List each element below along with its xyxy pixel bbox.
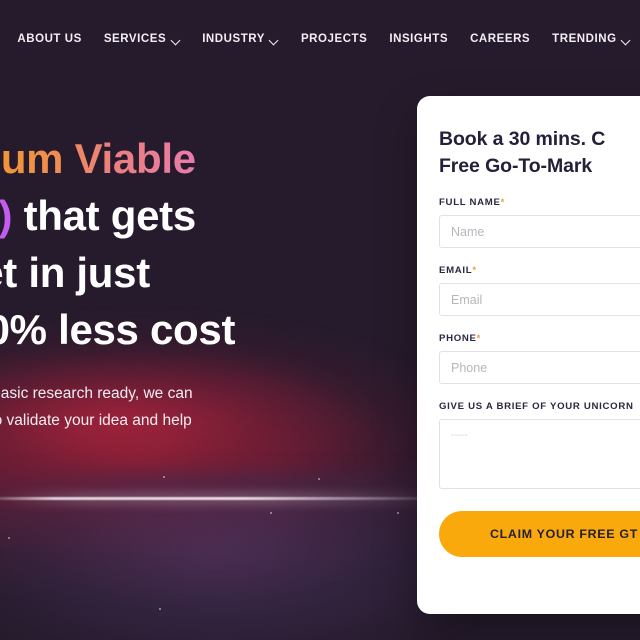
full-name-field: FULL NAME*	[439, 197, 640, 248]
hero-paragraph-line-2: functional MVP to validate your idea and…	[0, 412, 192, 429]
email-label: EMAIL*	[439, 265, 477, 276]
required-marker: *	[476, 333, 482, 344]
phone-label: PHONE*	[439, 333, 482, 344]
nav-item-insights[interactable]: INSIGHTS	[389, 33, 448, 45]
nav-item-trending[interactable]: TRENDING	[552, 33, 630, 45]
phone-field: PHONE*	[439, 333, 640, 384]
chevron-down-icon	[622, 36, 631, 45]
required-marker: *	[472, 265, 477, 276]
nav-item-careers[interactable]: CAREERS	[470, 33, 530, 45]
nav-item-industry[interactable]: INDUSTRY	[202, 33, 279, 45]
brief-field: GIVE US A BRIEF OF YOUR UNICORN	[439, 401, 640, 489]
background-sparkle	[159, 608, 161, 610]
background-sparkle	[163, 476, 165, 478]
email-input[interactable]	[439, 283, 640, 316]
card-title: Book a 30 mins. C Free Go-To-Mark	[439, 126, 640, 180]
form-fields: FULL NAME* EMAIL* PHONE*	[439, 197, 640, 384]
navigation-items: ABOUT US SERVICES INDUSTRY PROJECTS INSIGHTS…	[9, 33, 630, 45]
background-sparkle	[8, 537, 10, 539]
main-navigation: ABOUT US SERVICES INDUSTRY PROJECTS INSIGHTS…	[0, 0, 640, 78]
chevron-down-icon	[270, 36, 279, 45]
hero-heading-line-3: market in just	[0, 249, 150, 296]
hero-heading-line-1: Minimum Viable	[0, 135, 196, 182]
hero-heading-line-2: that gets	[23, 192, 197, 239]
card-title-line-2: Free Go-To-Mark	[439, 155, 593, 177]
background-sparkle	[270, 512, 272, 514]
page-stage: ABOUT US SERVICES INDUSTRY PROJECTS INSIGHTS…	[0, 0, 640, 640]
email-field: EMAIL*	[439, 265, 640, 316]
nav-item-services[interactable]: SERVICES	[104, 33, 180, 45]
required-marker: *	[500, 197, 505, 208]
nav-item-label: INSIGHTS	[389, 33, 449, 45]
nav-item-label: TRENDING	[552, 33, 617, 45]
phone-input[interactable]	[439, 351, 640, 384]
hero-heading-mvp: (MVP)	[0, 192, 12, 239]
nav-item-label: CAREERS	[470, 33, 531, 45]
brief-label: GIVE US A BRIEF OF YOUR UNICORN	[439, 401, 634, 412]
hero-heading: Minimum Viable t(MVP) that gets market i…	[0, 130, 391, 358]
nav-item-projects[interactable]: PROJECTS	[301, 33, 367, 45]
claim-free-gtm-button[interactable]: CLAIM YOUR FREE GT	[439, 511, 640, 557]
nav-item-label: PROJECTS	[300, 33, 368, 45]
nav-item-label: INDUSTRY	[202, 33, 265, 45]
nav-item-label: SERVICES	[103, 33, 167, 45]
hero-paragraph: ust an idea or a basic research ready, w…	[0, 380, 391, 461]
nav-item-label: ABOUT US	[17, 33, 82, 45]
hero-paragraph-line-1: ust an idea or a basic research ready, w…	[0, 385, 193, 402]
card-title-line-1: Book a 30 mins. C	[439, 128, 606, 150]
full-name-input[interactable]	[439, 215, 640, 248]
background-streak	[0, 497, 450, 500]
lead-capture-card: Book a 30 mins. C Free Go-To-Mark FULL N…	[417, 96, 640, 614]
nav-item-about-us[interactable]: ABOUT US	[17, 33, 81, 45]
hero-section: Minimum Viable t(MVP) that gets market i…	[0, 130, 391, 461]
full-name-label: FULL NAME*	[439, 197, 505, 208]
background-sparkle	[318, 478, 320, 480]
brief-textarea[interactable]	[439, 419, 640, 489]
background-sparkle	[397, 512, 399, 514]
hero-heading-line-4: s at 40% less cost	[0, 306, 236, 353]
chevron-down-icon	[171, 36, 180, 45]
